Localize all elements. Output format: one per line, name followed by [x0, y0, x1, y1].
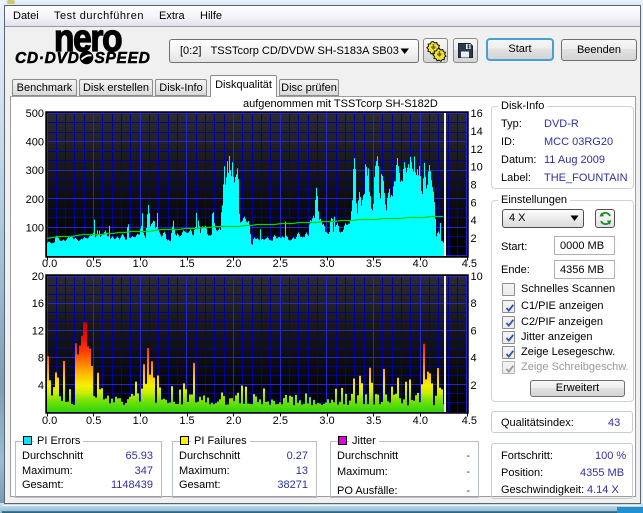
svg-text:1.5: 1.5	[179, 415, 194, 427]
svg-text:10: 10	[471, 162, 483, 174]
svg-text:4: 4	[471, 215, 477, 227]
svg-text:10: 10	[471, 271, 483, 283]
svg-text:2: 2	[471, 380, 477, 392]
svg-text:300: 300	[26, 165, 44, 177]
svg-text:6: 6	[471, 197, 477, 209]
svg-text:1.5: 1.5	[179, 258, 194, 270]
svg-text:2: 2	[471, 233, 477, 245]
svg-text:16: 16	[32, 298, 44, 310]
svg-text:0.5: 0.5	[86, 258, 101, 270]
svg-text:16: 16	[471, 108, 483, 120]
svg-text:12: 12	[471, 144, 483, 156]
svg-text:3.5: 3.5	[366, 258, 381, 270]
svg-text:4.5: 4.5	[462, 258, 477, 270]
svg-text:4.5: 4.5	[462, 415, 477, 427]
svg-text:8: 8	[471, 298, 477, 310]
svg-text:400: 400	[26, 137, 44, 149]
svg-text:8: 8	[471, 180, 477, 192]
svg-text:20: 20	[32, 271, 44, 283]
svg-text:500: 500	[26, 108, 44, 120]
svg-text:8: 8	[38, 353, 44, 365]
svg-text:2.5: 2.5	[273, 258, 288, 270]
svg-text:200: 200	[26, 194, 44, 206]
svg-text:4.0: 4.0	[413, 258, 428, 270]
svg-text:1.0: 1.0	[133, 415, 148, 427]
svg-text:1.0: 1.0	[133, 258, 148, 270]
svg-text:0.0: 0.0	[42, 415, 57, 427]
svg-text:0.0: 0.0	[42, 258, 57, 270]
svg-text:3.0: 3.0	[319, 415, 334, 427]
svg-text:6: 6	[471, 325, 477, 337]
svg-text:4: 4	[471, 353, 477, 365]
svg-text:100: 100	[26, 222, 44, 234]
svg-text:4.0: 4.0	[413, 415, 428, 427]
svg-text:14: 14	[471, 126, 483, 138]
svg-text:2.5: 2.5	[273, 415, 288, 427]
svg-text:2.0: 2.0	[226, 258, 241, 270]
svg-text:3.0: 3.0	[319, 258, 334, 270]
svg-text:3.5: 3.5	[366, 415, 381, 427]
svg-text:2.0: 2.0	[226, 415, 241, 427]
svg-text:4: 4	[38, 380, 44, 392]
svg-text:12: 12	[32, 325, 44, 337]
svg-text:0.5: 0.5	[86, 415, 101, 427]
